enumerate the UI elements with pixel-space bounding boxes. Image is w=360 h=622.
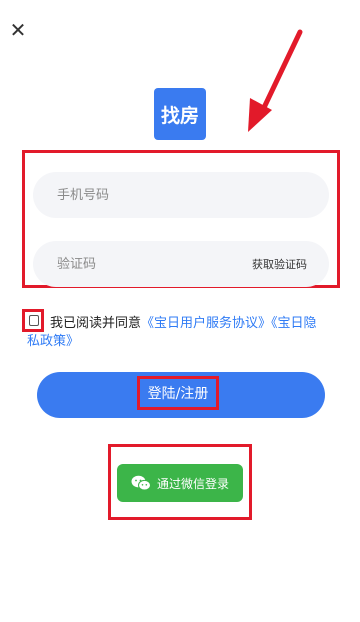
agreement-checkbox[interactable] xyxy=(29,315,39,326)
wechat-icon xyxy=(131,475,151,491)
code-input[interactable] xyxy=(55,255,252,273)
agreement-prefix: 我已阅读并同意 xyxy=(50,316,142,331)
wechat-login-button[interactable]: 通过微信登录 xyxy=(117,464,243,502)
annotation-arrow xyxy=(248,29,303,132)
app-logo: 找房 xyxy=(154,88,206,140)
close-button[interactable]: ✕ xyxy=(8,20,28,40)
agreement-text: 我已阅读并同意《宝日用户服务协议》《宝日隐 xyxy=(50,312,317,331)
code-field[interactable]: 获取验证码 xyxy=(33,241,329,287)
privacy-policy-link-part2[interactable]: 私政策》 xyxy=(27,334,79,349)
phone-input[interactable] xyxy=(55,186,307,204)
close-icon: ✕ xyxy=(9,18,27,42)
wechat-login-label: 通过微信登录 xyxy=(156,476,229,491)
login-register-label: 登陆/注册 xyxy=(147,386,209,402)
agreement-text-line2: 私政策》 xyxy=(27,330,79,349)
logo-text: 找房 xyxy=(160,104,199,127)
login-label-annotation-box: 登陆/注册 xyxy=(137,376,219,410)
phone-field[interactable] xyxy=(33,172,329,218)
privacy-policy-link-part1[interactable]: 《宝日隐 xyxy=(271,316,317,331)
service-agreement-link[interactable]: 《宝日用户服务协议》 xyxy=(141,316,271,331)
get-code-button[interactable]: 获取验证码 xyxy=(252,256,307,272)
